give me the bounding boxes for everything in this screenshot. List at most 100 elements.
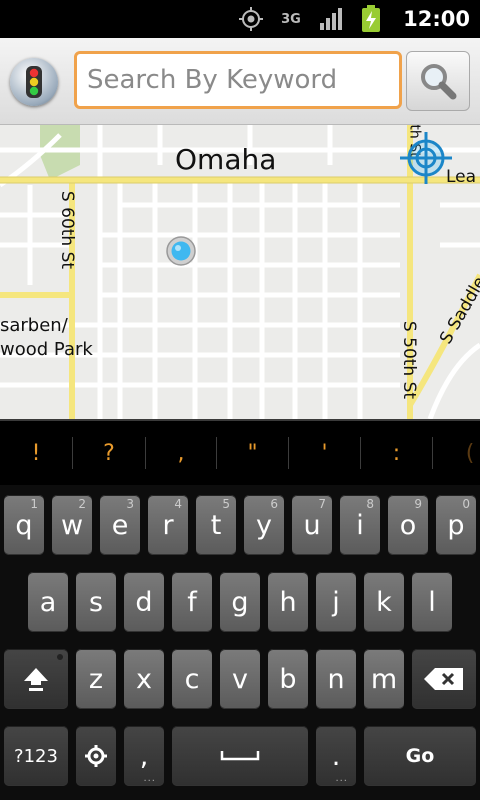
key-label: p: [447, 509, 465, 541]
signal-icon: [318, 6, 344, 32]
key-label: ?123: [14, 745, 58, 767]
comma-key[interactable]: ,...: [124, 726, 164, 786]
key-d[interactable]: d: [124, 572, 164, 632]
backspace-key[interactable]: [412, 649, 476, 709]
suggestion-item[interactable]: ": [217, 421, 288, 485]
space-key[interactable]: [172, 726, 308, 786]
key-e[interactable]: 3e: [100, 495, 140, 555]
key-g[interactable]: g: [220, 572, 260, 632]
map-label-s60th: S 60th St: [57, 190, 78, 270]
shift-indicator: [57, 654, 63, 660]
key-c[interactable]: c: [172, 649, 212, 709]
suggestion-strip: ! ? , " ' : (: [0, 419, 480, 487]
key-r[interactable]: 4r: [148, 495, 188, 555]
key-q[interactable]: 1q: [4, 495, 44, 555]
battery-charging-icon: [358, 5, 384, 32]
key-label: b: [279, 663, 297, 695]
key-x[interactable]: x: [124, 649, 164, 709]
key-hint: 6: [270, 497, 278, 511]
key-y[interactable]: 6y: [244, 495, 284, 555]
suggestion-item[interactable]: ,: [146, 421, 216, 485]
key-label: i: [356, 509, 364, 541]
suggestion-item[interactable]: (: [455, 421, 480, 485]
key-label: m: [370, 663, 398, 695]
key-b[interactable]: b: [268, 649, 308, 709]
key-label: Go: [405, 745, 435, 767]
key-label: .: [331, 740, 341, 772]
key-p[interactable]: 0p: [436, 495, 476, 555]
clock: 12:00: [403, 7, 470, 31]
map-label-aksarben-2: wood Park: [0, 339, 93, 360]
key-l[interactable]: l: [412, 572, 452, 632]
location-marker-icon: [166, 236, 196, 266]
key-label: o: [399, 509, 417, 541]
key-a[interactable]: a: [28, 572, 68, 632]
space-icon: [220, 751, 260, 761]
key-w[interactable]: 2w: [52, 495, 92, 555]
key-label: r: [162, 509, 174, 541]
key-label: c: [184, 663, 200, 695]
gps-icon: [238, 6, 264, 32]
map-view[interactable]: Omaha S 60th St S 50th St S Saddle Cr sa…: [0, 125, 480, 419]
more-keys-dots: ...: [335, 773, 348, 784]
symbols-key[interactable]: ?123: [4, 726, 68, 786]
key-hint: 0: [462, 497, 470, 511]
network-3g-icon: 3G: [278, 6, 304, 32]
suggestion-item[interactable]: !: [0, 421, 72, 485]
key-f[interactable]: f: [172, 572, 212, 632]
magnifier-icon: [421, 64, 457, 100]
key-label: x: [136, 663, 152, 695]
key-label: v: [232, 663, 248, 695]
map-label-s50th: S 50th St: [399, 320, 420, 400]
key-hint: 1: [30, 497, 38, 511]
period-key[interactable]: ....: [316, 726, 356, 786]
map-label-aksarben-1: sarben/: [0, 315, 68, 336]
key-label: t: [210, 509, 222, 541]
my-location-crosshair-icon[interactable]: [398, 130, 454, 186]
key-label: u: [303, 509, 321, 541]
key-label: w: [60, 509, 84, 541]
key-z[interactable]: z: [76, 649, 116, 709]
key-hint: 5: [222, 497, 230, 511]
key-label: q: [15, 509, 33, 541]
key-label: f: [187, 586, 197, 618]
key-label: d: [135, 586, 153, 618]
key-j[interactable]: j: [316, 572, 356, 632]
key-hint: 3: [126, 497, 134, 511]
key-label: h: [279, 586, 297, 618]
go-key[interactable]: Go: [364, 726, 476, 786]
suggestion-item[interactable]: ?: [73, 421, 145, 485]
key-h[interactable]: h: [268, 572, 308, 632]
suggestion-item[interactable]: ': [289, 421, 360, 485]
key-i[interactable]: 8i: [340, 495, 380, 555]
key-v[interactable]: v: [220, 649, 260, 709]
key-label: e: [111, 509, 129, 541]
key-label: j: [332, 586, 340, 618]
key-label: n: [327, 663, 345, 695]
key-label: g: [231, 586, 249, 618]
shift-icon: [24, 668, 48, 691]
key-k[interactable]: k: [364, 572, 404, 632]
backspace-icon: [424, 668, 463, 690]
shift-key[interactable]: [4, 649, 68, 709]
key-hint: 2: [78, 497, 86, 511]
settings-key[interactable]: [76, 726, 116, 786]
key-t[interactable]: 5t: [196, 495, 236, 555]
search-button[interactable]: [406, 51, 470, 111]
suggestion-divider: [432, 437, 433, 469]
more-keys-dots: ...: [143, 773, 156, 784]
key-hint: 7: [318, 497, 326, 511]
key-m[interactable]: m: [364, 649, 404, 709]
key-o[interactable]: 9o: [388, 495, 428, 555]
traffic-light-icon[interactable]: [10, 58, 58, 106]
key-label: k: [376, 586, 392, 618]
key-hint: 9: [414, 497, 422, 511]
soft-keyboard: 1q 2w 3e 4r 5t 6y 7u 8i 9o 0p a s d f g …: [0, 485, 480, 800]
key-hint: 8: [366, 497, 374, 511]
key-s[interactable]: s: [76, 572, 116, 632]
search-input[interactable]: [74, 51, 402, 109]
key-u[interactable]: 7u: [292, 495, 332, 555]
gear-icon: [85, 745, 107, 767]
suggestion-item[interactable]: :: [361, 421, 432, 485]
key-n[interactable]: n: [316, 649, 356, 709]
